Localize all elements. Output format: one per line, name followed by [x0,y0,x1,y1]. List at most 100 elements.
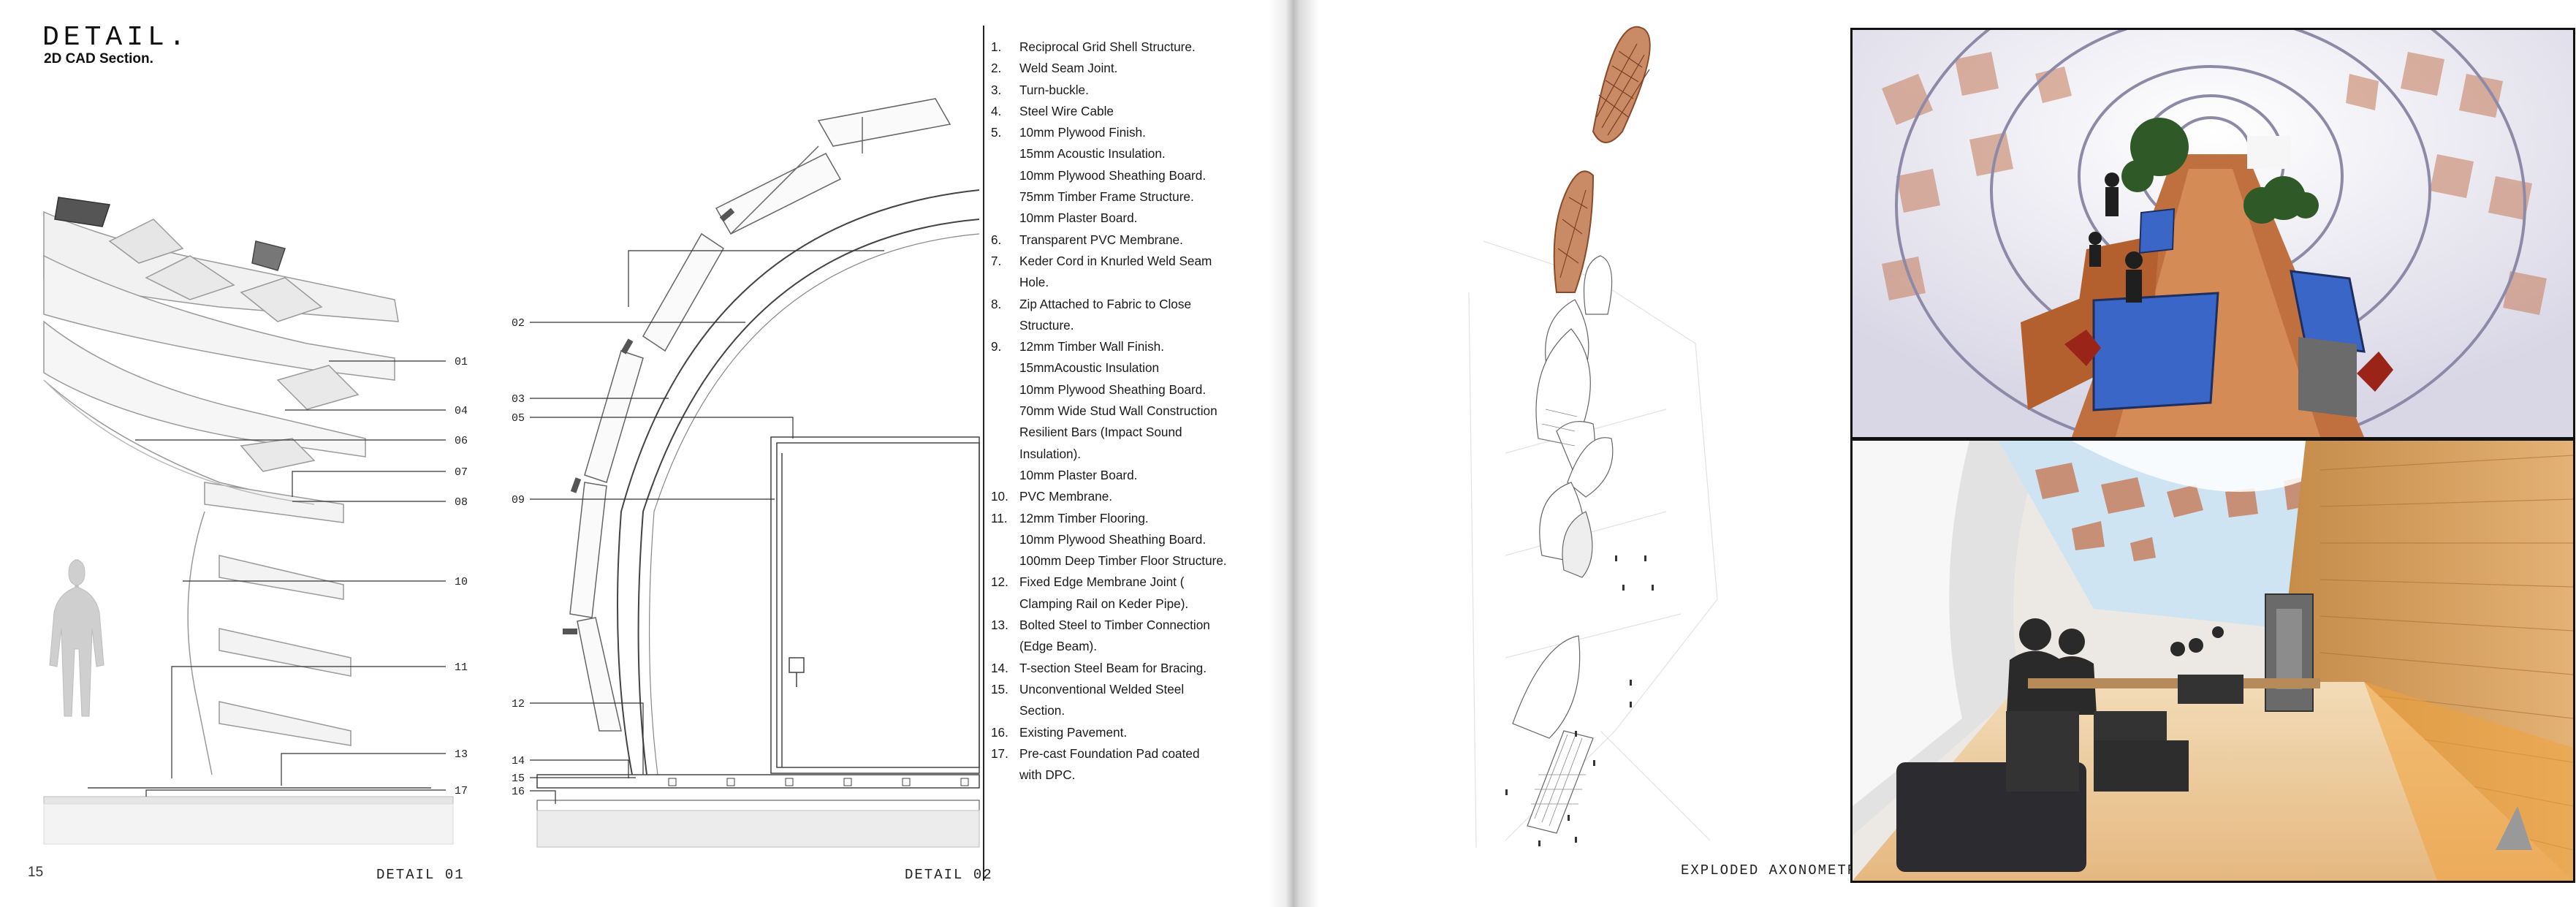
note-number [991,465,1019,486]
note-number [991,401,1019,422]
svg-text:12: 12 [512,698,525,710]
note-text: 10mm Plaster Board. [1019,210,1138,226]
note-number [991,550,1019,572]
note-line: 5. 10mm Plywood Finish. [991,122,1247,143]
left-page: DETAIL. 2D CAD Section. 01 04 06 07 08 1… [0,0,1286,907]
note-line: Resilient Bars (Impact Sound [991,422,1247,443]
note-text: (Edge Beam). [1019,639,1098,654]
note-number: 7. [991,253,1002,268]
detail-02-callout-labels: 02 03 05 09 12 14 15 16 [512,317,525,798]
note-number [991,357,1019,379]
note-text: Keder Cord in Knurled Weld Seam [1019,253,1212,268]
note-number [991,529,1019,550]
note-number [991,315,1019,336]
svg-text:06: 06 [455,435,468,447]
note-number [991,208,1019,229]
svg-text:09: 09 [512,494,525,506]
note-number [991,593,1019,615]
note-line: 8. Zip Attached to Fabric to Close [991,294,1247,315]
note-text: 10mm Plywood Sheathing Board. [1019,531,1207,547]
svg-text:07: 07 [455,466,468,479]
human-silhouette [49,559,105,717]
svg-text:13: 13 [455,748,468,761]
note-number: 11. [991,510,1008,525]
note-number: 8. [991,296,1002,311]
note-text: 10mm Plaster Board. [1019,467,1138,482]
note-line: Section. [991,700,1247,721]
note-line: 15mmAcoustic Insulation [991,357,1247,379]
note-line: 9. 12mm Timber Wall Finish. [991,336,1247,357]
note-text: 100mm Deep Timber Floor Structure. [1019,553,1227,569]
note-text: with DPC. [1019,767,1076,783]
note-number [991,422,1019,443]
note-line: 70mm Wide Stud Wall Construction [991,401,1247,422]
note-line: 14. T-section Steel Beam for Bracing. [991,658,1247,679]
note-number: 17. [991,745,1008,761]
note-line: 6. Transparent PVC Membrane. [991,229,1247,251]
note-line: 10mm Plywood Sheathing Board. [991,529,1247,550]
svg-text:14: 14 [512,755,525,767]
note-line: 13. Bolted Steel to Timber Connection [991,615,1247,636]
note-number: 10. [991,489,1008,504]
detail-01-callout-labels: 01 04 06 07 08 10 11 13 17 [455,356,468,797]
note-line: 2. Weld Seam Joint. [991,58,1247,79]
note-line: 10. PVC Membrane. [991,486,1247,507]
note-text: Insulation). [1019,446,1082,461]
notes-divider [983,26,984,881]
note-number [991,143,1019,164]
ground-section-01 [43,787,454,845]
note-line: Hole. [991,272,1247,293]
note-line: Structure. [991,315,1247,336]
note-text: Transparent PVC Membrane. [1019,232,1183,247]
svg-text:17: 17 [455,785,468,797]
detail-02-caption: DETAIL 02 [905,867,993,883]
note-text: Section. [1019,703,1065,718]
note-line: with DPC. [991,764,1247,786]
note-text: 10mm Plywood Finish. [1019,125,1146,140]
note-text: Zip Attached to Fabric to Close [1019,296,1192,311]
interior-render-bottom [1850,439,2575,883]
note-text: Clamping Rail on Keder Pipe). [1019,596,1189,611]
note-number: 13. [991,618,1008,633]
note-text: 10mm Plywood Sheathing Board. [1019,167,1207,183]
svg-text:05: 05 [512,412,525,425]
svg-text:01: 01 [455,356,468,368]
note-text: PVC Membrane. [1019,489,1113,504]
note-line: 11. 12mm Timber Flooring. [991,508,1247,529]
note-text: 70mm Wide Stud Wall Construction [1019,403,1217,419]
book-spine-gutter [1268,0,1319,907]
note-line: 15mm Acoustic Insulation. [991,143,1247,164]
note-number [991,700,1019,721]
note-line: (Edge Beam). [991,636,1247,657]
interior-render-top [1850,28,2575,439]
note-text: 15mmAcoustic Insulation [1019,360,1160,376]
note-text: T-section Steel Beam for Bracing. [1019,660,1207,675]
note-text: Structure. [1019,317,1074,333]
note-line: 12. Fixed Edge Membrane Joint ( [991,572,1247,593]
note-line: 16. Existing Pavement. [991,722,1247,743]
note-line: 75mm Timber Frame Structure. [991,186,1247,208]
note-number [991,165,1019,186]
note-number [991,186,1019,208]
svg-text:04: 04 [455,405,468,417]
note-line: 1. Reciprocal Grid Shell Structure. [991,37,1247,58]
note-number [991,272,1019,293]
note-number: 4. [991,103,1002,118]
note-line: 17. Pre-cast Foundation Pad coated [991,743,1247,764]
note-text: 75mm Timber Frame Structure. [1019,189,1194,205]
note-number [991,764,1019,786]
note-text: 12mm Timber Flooring. [1019,510,1149,525]
note-line: 100mm Deep Timber Floor Structure. [991,550,1247,572]
note-text: Steel Wire Cable [1019,103,1114,118]
note-line: 10mm Plaster Board. [991,208,1247,229]
note-number [991,444,1019,465]
note-line: 3. Turn-buckle. [991,80,1247,101]
detail-01-caption: DETAIL 01 [376,867,465,883]
note-number: 3. [991,82,1002,97]
note-text: Hole. [1019,275,1049,290]
note-line: 15. Unconventional Welded Steel [991,679,1247,700]
note-line: 10mm Plywood Sheathing Board. [991,165,1247,186]
svg-text:11: 11 [455,661,468,674]
note-number: 16. [991,724,1008,740]
note-text: Reciprocal Grid Shell Structure. [1019,39,1196,54]
